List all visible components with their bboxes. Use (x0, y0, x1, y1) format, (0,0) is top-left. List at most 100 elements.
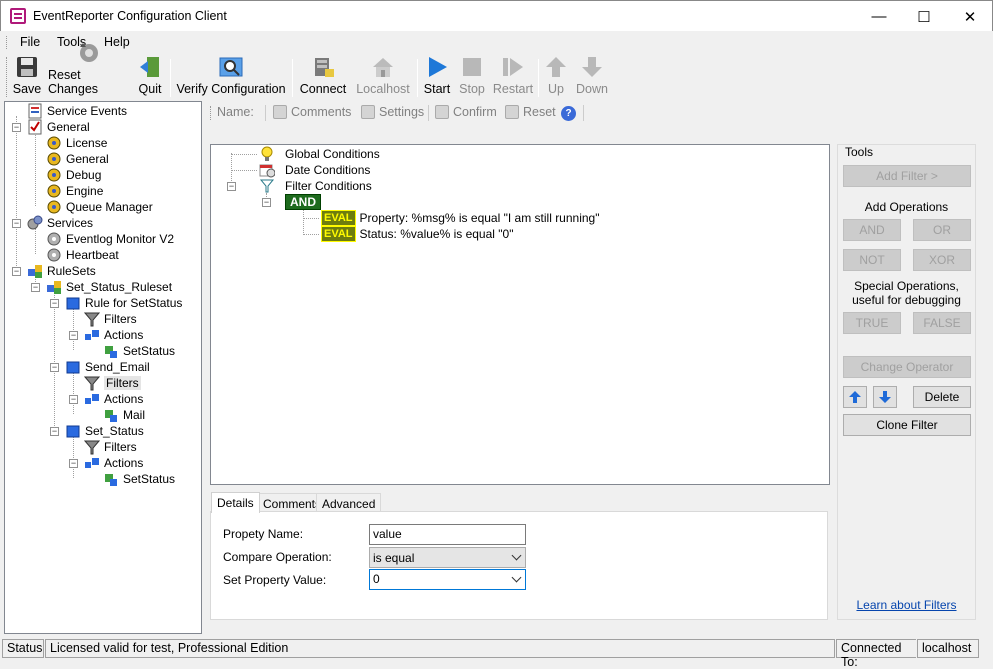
learn-about-filters-link[interactable]: Learn about Filters (838, 598, 975, 612)
reset-button[interactable]: Reset (505, 105, 556, 119)
and-operator-node[interactable]: AND (285, 194, 321, 210)
tree-item-rule2-actions[interactable]: Actions (84, 391, 143, 407)
collapse-toggle[interactable]: − (50, 299, 59, 308)
collapse-toggle[interactable]: − (12, 219, 21, 228)
restart-button[interactable]: Restart (492, 55, 534, 99)
tree-item-rule2-filters[interactable]: Filters (83, 375, 141, 391)
comments-button[interactable]: Comments (273, 105, 351, 119)
xor-button[interactable]: XOR (913, 249, 971, 271)
collapse-toggle[interactable]: − (12, 267, 21, 276)
tree-item-service-events[interactable]: Service Events (27, 103, 127, 119)
not-button[interactable]: NOT (843, 249, 901, 271)
tree-item-rule1-filters[interactable]: Filters (83, 311, 137, 327)
eval-badge: EVAL (321, 226, 356, 242)
tree-item-eventlog-monitor[interactable]: Eventlog Monitor V2 (46, 231, 174, 247)
configuration-tree[interactable]: Service Events − General License General… (4, 101, 202, 634)
reset-changes-button[interactable]: Reset Changes (48, 43, 130, 99)
menu-file[interactable]: File (20, 35, 40, 49)
tree-item-general[interactable]: General (27, 119, 90, 135)
condition-node-1[interactable]: EVAL Property: %msg% is equal "I am still… (321, 210, 599, 226)
settings-button[interactable]: Settings (361, 105, 424, 119)
tree-item-send-email[interactable]: Send_Email (65, 359, 150, 375)
service-gear-icon (46, 231, 62, 247)
false-button[interactable]: FALSE (913, 312, 971, 334)
collapse-toggle[interactable]: − (69, 459, 78, 468)
stop-button[interactable]: Stop (457, 55, 487, 99)
tree-item-rule1-action-setstatus[interactable]: SetStatus (103, 343, 175, 359)
tab-details[interactable]: Details (211, 492, 260, 513)
settings-icon (361, 105, 375, 119)
filter-funnel-icon (259, 179, 275, 193)
status-bar: Status Licensed valid for test, Professi… (0, 636, 993, 669)
filter-conditions-tree[interactable]: Global Conditions Date Conditions − Filt… (210, 144, 830, 485)
collapse-toggle[interactable]: − (262, 198, 271, 207)
property-name-input[interactable]: value (369, 524, 526, 545)
start-button[interactable]: Start (422, 55, 452, 99)
save-button[interactable]: Save (11, 55, 43, 99)
global-conditions-node[interactable]: Global Conditions (259, 146, 380, 162)
tree-item-rule3-filters[interactable]: Filters (83, 439, 137, 455)
toolbar-grip (6, 57, 9, 97)
collapse-toggle[interactable]: − (50, 363, 59, 372)
collapse-toggle[interactable]: − (69, 331, 78, 340)
tree-item-rule1-actions[interactable]: Actions (84, 327, 143, 343)
delete-button[interactable]: Delete (913, 386, 971, 408)
maximize-button[interactable]: ☐ (901, 1, 947, 32)
arrow-down-icon (879, 391, 891, 403)
tree-item-rulesets[interactable]: RuleSets (27, 263, 96, 279)
filter-conditions-node[interactable]: Filter Conditions (259, 178, 372, 194)
comments-icon (273, 105, 287, 119)
menu-help[interactable]: Help (104, 35, 130, 49)
connect-button[interactable]: Connect (298, 55, 348, 99)
tree-item-services[interactable]: Services (27, 215, 93, 231)
true-button[interactable]: TRUE (843, 312, 901, 334)
confirm-icon (435, 105, 449, 119)
tree-item-ruleset[interactable]: Set_Status_Ruleset (46, 279, 172, 295)
collapse-toggle[interactable]: − (31, 283, 40, 292)
minimize-button[interactable]: — (856, 1, 902, 32)
add-filter-button[interactable]: Add Filter > (843, 165, 971, 187)
tree-item-general-settings[interactable]: General (46, 151, 109, 167)
tree-item-rule2-action-mail[interactable]: Mail (103, 407, 145, 423)
tree-item-debug[interactable]: Debug (46, 167, 101, 183)
close-button[interactable]: ✕ (947, 1, 993, 32)
tree-item-heartbeat[interactable]: Heartbeat (46, 247, 119, 263)
or-button[interactable]: OR (913, 219, 971, 241)
collapse-toggle[interactable]: − (69, 395, 78, 404)
quit-button[interactable]: Quit (134, 55, 166, 99)
action-item-icon (103, 471, 119, 487)
up-button[interactable]: Up (543, 55, 569, 99)
down-button[interactable]: Down (574, 55, 610, 99)
tree-item-engine[interactable]: Engine (46, 183, 103, 199)
date-conditions-node[interactable]: Date Conditions (259, 162, 370, 178)
arrow-down-icon (580, 55, 604, 79)
help-icon[interactable]: ? (561, 106, 576, 121)
set-property-value-combo[interactable]: 0 (369, 569, 526, 590)
tree-item-rule3-actions[interactable]: Actions (84, 455, 143, 471)
tree-item-license[interactable]: License (46, 135, 107, 151)
tree-item-set-status[interactable]: Set_Status (65, 423, 144, 439)
verify-configuration-button[interactable]: Verify Configuration (176, 55, 286, 99)
condition-node-2[interactable]: EVAL Status: %value% is equal "0" (321, 226, 513, 242)
collapse-toggle[interactable]: − (227, 182, 236, 191)
move-down-button[interactable] (873, 386, 897, 408)
tree-item-rule3-action-setstatus[interactable]: SetStatus (103, 471, 175, 487)
clone-filter-button[interactable]: Clone Filter (843, 414, 971, 436)
reset-gears-icon (77, 41, 101, 65)
set-property-value-label: Set Property Value: (223, 573, 327, 587)
change-operator-button[interactable]: Change Operator (843, 356, 971, 378)
and-button[interactable]: AND (843, 219, 901, 241)
exit-door-icon (138, 55, 162, 79)
collapse-toggle[interactable]: − (50, 427, 59, 436)
compare-operation-select[interactable]: is equal (369, 547, 526, 568)
chevron-down-icon (511, 550, 522, 561)
move-up-button[interactable] (843, 386, 867, 408)
tree-item-queue-manager[interactable]: Queue Manager (46, 199, 153, 215)
menu-bar: File Tools Help (0, 31, 993, 53)
chevron-down-icon (511, 572, 522, 583)
confirm-button[interactable]: Confirm (435, 105, 497, 119)
localhost-button[interactable]: Localhost (354, 55, 412, 99)
tab-advanced[interactable]: Advanced (316, 493, 382, 513)
tree-item-rule-for-setstatus[interactable]: Rule for SetStatus (65, 295, 182, 311)
collapse-toggle[interactable]: − (12, 123, 21, 132)
